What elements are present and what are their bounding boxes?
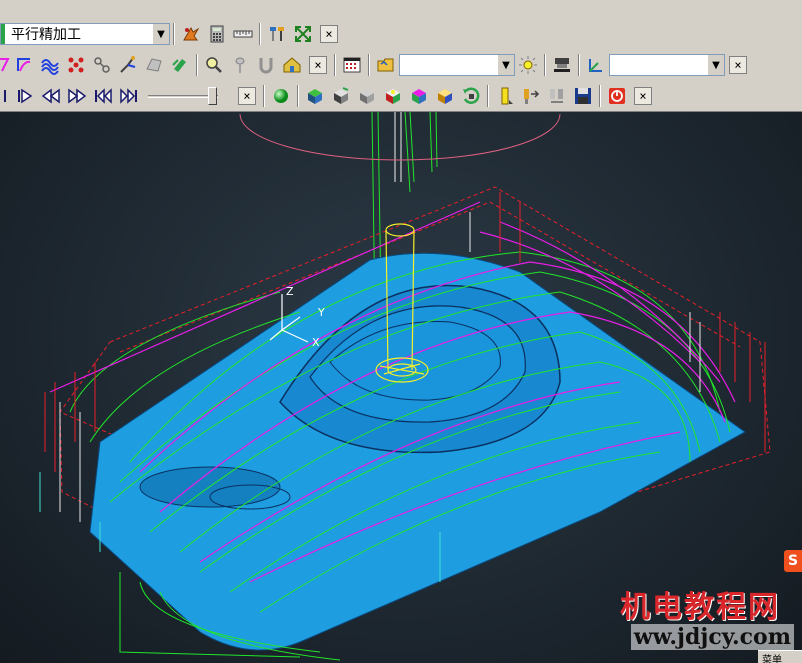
- close-toolbar-button[interactable]: ×: [729, 56, 747, 74]
- toolbar-row-strategy: 平行精加工 ▼ ×: [0, 20, 342, 48]
- close-toolbar-button[interactable]: ×: [309, 56, 327, 74]
- separator: [487, 85, 489, 107]
- color-block-icon[interactable]: [407, 84, 431, 108]
- separator: [263, 85, 265, 107]
- fast-forward-icon[interactable]: [65, 84, 89, 108]
- strategy-value: 平行精加工: [11, 27, 81, 43]
- open-folder-icon[interactable]: [374, 53, 398, 77]
- strategy-combo[interactable]: 平行精加工 ▼: [0, 23, 170, 45]
- viewport-canvas: Z Y X: [39, 112, 771, 661]
- watermark-url: ww.jdjcy.com: [630, 624, 794, 650]
- boundary-icon[interactable]: [142, 53, 166, 77]
- save-disk-icon[interactable]: [571, 84, 595, 108]
- toolbar-row-toolpath: × ▼ ▼ ×: [0, 51, 751, 79]
- toolbar-row-simulation: × ×: [0, 82, 656, 110]
- chevron-down-icon[interactable]: ▼: [498, 55, 514, 75]
- green-sphere-icon[interactable]: [269, 84, 293, 108]
- rotate-view-icon[interactable]: [459, 84, 483, 108]
- grey-block-icon[interactable]: [355, 84, 379, 108]
- close-toolbar-button[interactable]: ×: [634, 87, 652, 105]
- step-forward-icon[interactable]: [1, 84, 11, 108]
- graphics-viewport[interactable]: Z Y X S 机电教程网 ww.jdjcy.com 菜单: [0, 112, 802, 663]
- separator: [334, 54, 336, 76]
- chevron-down-icon[interactable]: ▼: [708, 55, 724, 75]
- axis-label-y: Y: [317, 306, 325, 319]
- toolbar-area: 平行精加工 ▼ × × ▼ ▼ × × ×: [0, 0, 802, 112]
- fast-rewind-icon[interactable]: [39, 84, 63, 108]
- workplane-combo[interactable]: ▼: [399, 54, 515, 76]
- separator: [368, 54, 370, 76]
- points-icon[interactable]: [64, 53, 88, 77]
- yellow-tool-icon[interactable]: [493, 84, 517, 108]
- axis-label-x: X: [312, 336, 320, 349]
- shaded-block-icon[interactable]: [303, 84, 327, 108]
- tool-shaft-lines: [394, 112, 402, 182]
- toolpath-verify-icon[interactable]: [179, 22, 203, 46]
- ruler-icon[interactable]: [231, 22, 255, 46]
- separator: [297, 85, 299, 107]
- workplane-icon[interactable]: [584, 53, 608, 77]
- simulation-speed-slider[interactable]: [148, 86, 224, 106]
- axis-label-z: Z: [286, 285, 294, 298]
- tool-move-icon[interactable]: [519, 84, 543, 108]
- separator: [544, 54, 546, 76]
- slider-thumb[interactable]: [208, 87, 217, 105]
- play-icon[interactable]: [13, 84, 37, 108]
- leads-icon[interactable]: [116, 53, 140, 77]
- link-icon[interactable]: [90, 53, 114, 77]
- separator: [173, 23, 175, 45]
- gold-block-icon[interactable]: [433, 84, 457, 108]
- separator: [599, 85, 601, 107]
- menu-tab[interactable]: 菜单: [758, 650, 802, 663]
- skip-start-icon[interactable]: [91, 84, 115, 108]
- magnet-icon[interactable]: [254, 53, 278, 77]
- close-toolbar-button[interactable]: ×: [320, 25, 338, 43]
- stock-model-icon[interactable]: [168, 53, 192, 77]
- sogou-badge: S: [784, 550, 802, 572]
- probe-icon[interactable]: [228, 53, 252, 77]
- skip-end-icon[interactable]: [117, 84, 141, 108]
- light-icon[interactable]: [516, 53, 540, 77]
- separator: [196, 54, 198, 76]
- tool-holder-icon[interactable]: [265, 22, 289, 46]
- house-icon[interactable]: [280, 53, 304, 77]
- curve-pattern-icon[interactable]: [12, 53, 36, 77]
- toolpath-select-icon[interactable]: [0, 53, 10, 77]
- wave-pattern-icon[interactable]: [38, 53, 62, 77]
- calculator-icon[interactable]: [205, 22, 229, 46]
- fit-view-icon[interactable]: [291, 22, 315, 46]
- separator: [259, 23, 261, 45]
- machine-icon[interactable]: [550, 53, 574, 77]
- watermark-text: 机电教程网: [620, 590, 780, 625]
- search-zoom-icon[interactable]: [202, 53, 226, 77]
- model-combo[interactable]: ▼: [609, 54, 725, 76]
- close-toolbar-button[interactable]: ×: [238, 87, 256, 105]
- separator: [578, 54, 580, 76]
- calendar-grid-icon[interactable]: [340, 53, 364, 77]
- chevron-down-icon[interactable]: ▼: [153, 24, 169, 44]
- tool-swap-icon[interactable]: [545, 84, 569, 108]
- flip-block-icon[interactable]: [329, 84, 353, 108]
- stop-icon[interactable]: [605, 84, 629, 108]
- spindle-arc: [239, 113, 561, 161]
- multi-color-block-icon[interactable]: [381, 84, 405, 108]
